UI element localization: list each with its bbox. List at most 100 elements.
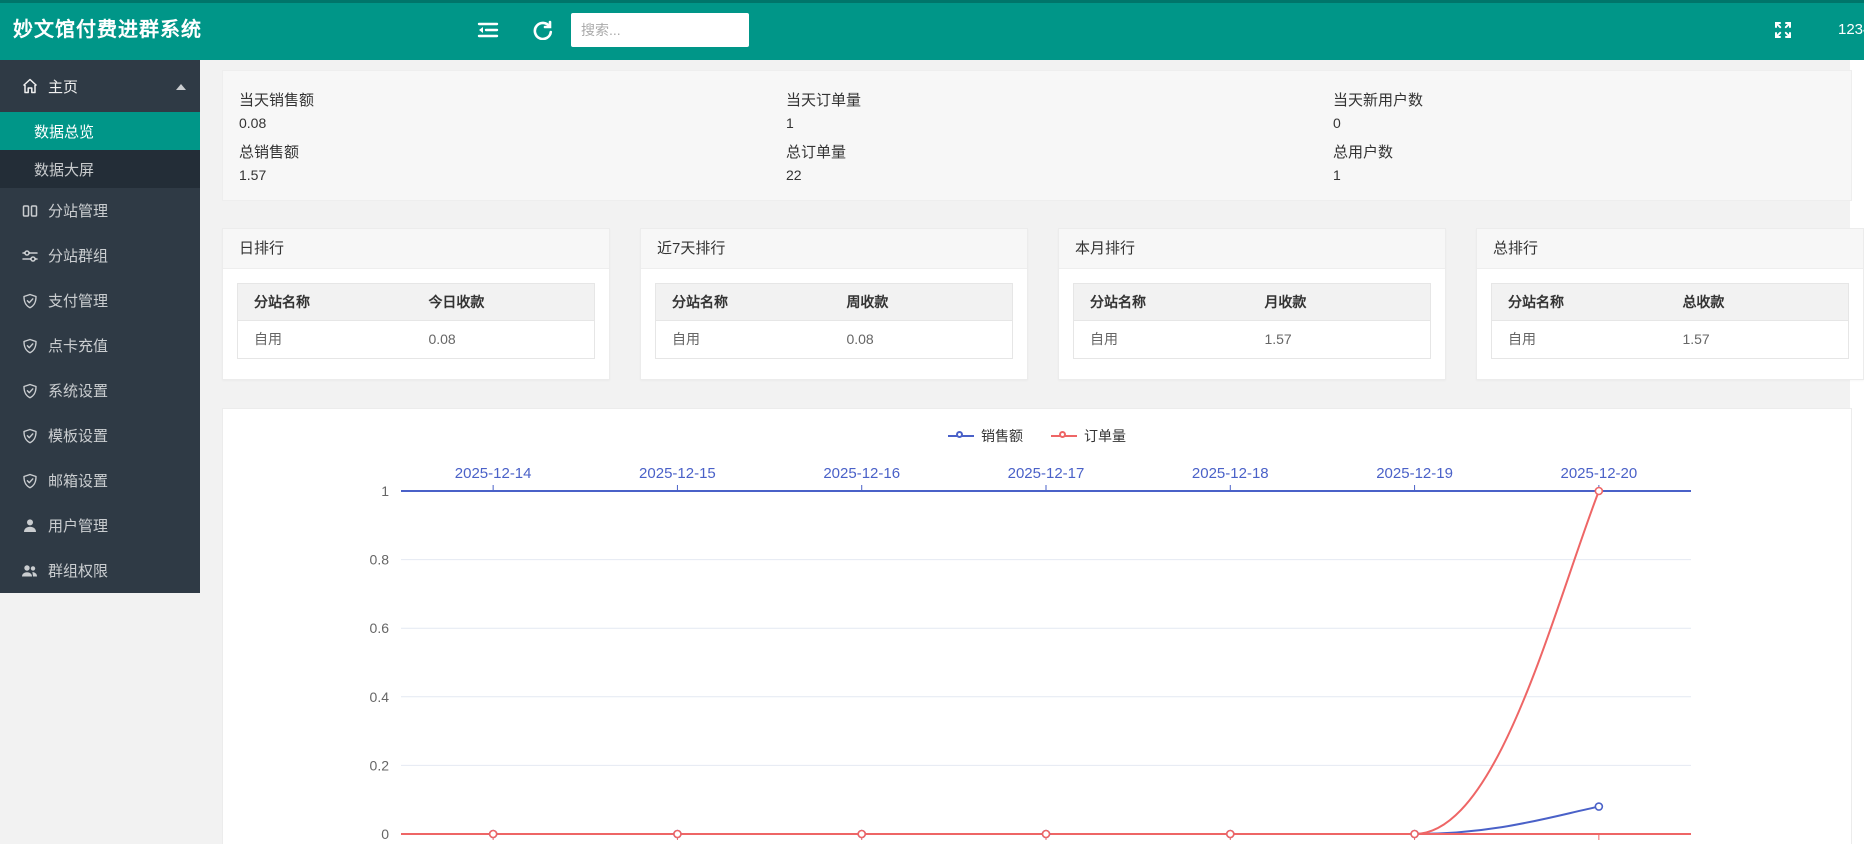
stat-value: 1 [1333,167,1851,183]
svg-text:2025-12-14: 2025-12-14 [455,465,532,482]
column-header: 分站名称 [656,284,830,320]
user-menu[interactable]: 12345 [1838,0,1864,60]
cell-site-name: 自用 [1492,321,1666,358]
sidebar-item-user-mgmt[interactable]: 用户管理 [0,503,200,548]
ranking-table: 分站名称 今日收款 自用 0.08 [237,283,595,359]
ranking-cards-row: 日排行 分站名称 今日收款 自用 0.08 近7天排行 分站名称 周收款 自用 … [222,228,1864,380]
chart-legend: 销售额 订单量 [223,426,1851,446]
cell-amount: 0.08 [412,321,594,358]
svg-text:2025-12-20: 2025-12-20 [1560,465,1637,482]
user-icon [21,517,38,534]
column-header: 总收款 [1666,284,1848,320]
chevron-up-icon [176,84,186,90]
table-header-row: 分站名称 总收款 [1492,284,1848,321]
home-icon [21,78,38,95]
ranking-card-title: 日排行 [223,229,609,269]
stat-value: 1.57 [239,167,786,183]
stat-total-sales: 总销售额 1.57 [239,133,786,183]
fullscreen-icon[interactable] [1770,17,1796,43]
sidebar-item-label: 主页 [48,76,78,97]
cell-amount: 0.08 [830,321,1012,358]
table-row: 自用 0.08 [656,321,1012,358]
legend-label: 销售额 [981,426,1023,446]
shield-check-icon [21,292,38,309]
svg-text:0: 0 [381,826,389,842]
stat-label: 当天订单量 [786,81,1333,115]
sidebar-item-substation-mgmt[interactable]: 分站管理 [0,188,200,233]
stat-label: 当天销售额 [239,81,786,115]
sidebar-item-group-permissions[interactable]: 群组权限 [0,548,200,593]
sidebar-item-card-recharge[interactable]: 点卡充值 [0,323,200,368]
svg-text:1: 1 [381,483,389,499]
stat-value: 0.08 [239,115,786,131]
cell-site-name: 自用 [656,321,830,358]
ranking-card-total: 总排行 分站名称 总收款 自用 1.57 [1476,228,1864,380]
sidebar-item-system-settings[interactable]: 系统设置 [0,368,200,413]
column-header: 月收款 [1248,284,1430,320]
stat-total-orders: 总订单量 22 [786,133,1333,183]
svg-text:2025-12-16: 2025-12-16 [823,465,900,482]
shield-check-icon [21,382,38,399]
svg-text:2025-12-19: 2025-12-19 [1376,465,1453,482]
sidebar-item-label: 分站管理 [48,200,108,221]
stat-label: 总用户数 [1333,133,1851,167]
sidebar-item-substation-groups[interactable]: 分站群组 [0,233,200,278]
stat-label: 总销售额 [239,133,786,167]
ranking-card-title: 总排行 [1477,229,1863,269]
ranking-card-title: 本月排行 [1059,229,1445,269]
sidebar-item-data-overview[interactable]: 数据总览 [0,112,200,150]
cell-amount: 1.57 [1666,321,1848,358]
search-input[interactable] [571,13,749,47]
stat-label: 总订单量 [786,133,1333,167]
legend-item-sales[interactable]: 销售额 [948,426,1023,446]
table-header-row: 分站名称 周收款 [656,284,1012,321]
ranking-card-month: 本月排行 分站名称 月收款 自用 1.57 [1058,228,1446,380]
cell-amount: 1.57 [1248,321,1430,358]
stat-today-orders: 当天订单量 1 [786,81,1333,131]
top-header: 妙文馆付费进群系统 12345 [0,0,1864,60]
ranking-table: 分站名称 月收款 自用 1.57 [1073,283,1431,359]
cell-site-name: 自用 [238,321,412,358]
sidebar-item-label: 用户管理 [48,515,108,536]
sidebar-item-label: 群组权限 [48,560,108,581]
legend-swatch-red [1051,435,1077,437]
line-chart[interactable]: 00.20.40.60.812025-12-142025-12-152025-1… [223,409,1853,844]
shield-check-icon [21,472,38,489]
stat-today-new-users: 当天新用户数 0 [1333,81,1851,131]
shield-check-icon [21,427,38,444]
collapse-menu-icon[interactable] [475,17,501,43]
sidebar-nav: 主页 数据总览 数据大屏 分站管理 分站群组 支付管理 [0,60,200,593]
shield-check-icon [21,337,38,354]
table-row: 自用 1.57 [1074,321,1430,358]
column-header: 分站名称 [1074,284,1248,320]
svg-text:0.4: 0.4 [370,689,390,705]
sidebar-item-label: 分站群组 [48,245,108,266]
sidebar-item-data-screen[interactable]: 数据大屏 [0,150,200,188]
users-icon [21,562,38,579]
table-row: 自用 1.57 [1492,321,1848,358]
sales-orders-chart-card: 00.20.40.60.812025-12-142025-12-152025-1… [222,408,1852,844]
refresh-icon[interactable] [530,17,556,43]
sidebar-item-label: 数据大屏 [34,159,94,180]
ranking-card-7days: 近7天排行 分站名称 周收款 自用 0.08 [640,228,1028,380]
svg-text:2025-12-17: 2025-12-17 [1008,465,1085,482]
sidebar-item-home[interactable]: 主页 [0,60,200,112]
legend-item-orders[interactable]: 订单量 [1051,426,1126,446]
sidebar-item-label: 支付管理 [48,290,108,311]
sidebar-item-label: 数据总览 [34,121,94,142]
cell-site-name: 自用 [1074,321,1248,358]
stat-value: 22 [786,167,1333,183]
table-header-row: 分站名称 今日收款 [238,284,594,321]
svg-text:0.8: 0.8 [370,552,390,568]
sidebar-item-payment-mgmt[interactable]: 支付管理 [0,278,200,323]
column-header: 周收款 [830,284,1012,320]
sidebar-item-template-settings[interactable]: 模板设置 [0,413,200,458]
stat-total-users: 总用户数 1 [1333,133,1851,183]
sliders-icon [21,247,38,264]
sidebar-item-label: 系统设置 [48,380,108,401]
sidebar-item-email-settings[interactable]: 邮箱设置 [0,458,200,503]
legend-swatch-blue [948,435,974,437]
column-header: 分站名称 [238,284,412,320]
stats-col-orders: 当天订单量 1 总订单量 22 [786,81,1333,200]
stat-value: 0 [1333,115,1851,131]
